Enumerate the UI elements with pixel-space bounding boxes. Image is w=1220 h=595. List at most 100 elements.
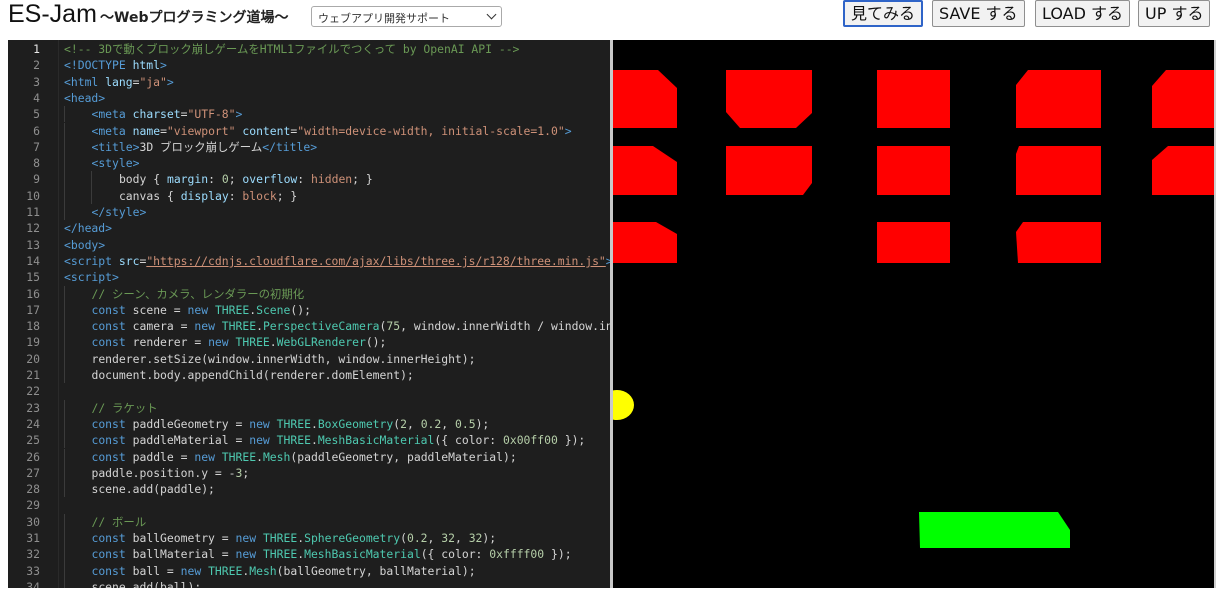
code-text: <meta name="viewport" content="width=dev… (91, 123, 571, 139)
line-number: 3 (33, 74, 40, 89)
code-text: const paddleMaterial = new THREE.MeshBas… (91, 432, 585, 448)
code-text: scene.add(paddle); (91, 481, 214, 497)
code-token: renderer = (132, 335, 209, 350)
code-token: THREE (262, 531, 298, 545)
line-number: 31 (26, 531, 40, 545)
code-line[interactable]: 26 const paddle = new THREE.Mesh(paddleGe… (8, 448, 610, 465)
code-token: ({ color: (420, 547, 490, 562)
brick (1152, 146, 1215, 195)
code-line[interactable]: 18 const camera = new THREE.PerspectiveCa… (8, 318, 610, 335)
code-line[interactable]: 19 const renderer = new THREE.WebGLRender… (8, 334, 610, 351)
mode-select[interactable]: ウェブアプリ開発サポート (311, 6, 502, 27)
code-token: , window.innerWidth / window.innerH (400, 319, 610, 334)
code-token: 0.2 (406, 531, 428, 545)
indent-guide (91, 187, 93, 204)
indent-guide (64, 318, 65, 335)
save-button[interactable]: SAVE する (932, 0, 1025, 27)
code-token: . (256, 449, 263, 464)
code-line[interactable]: 9 body { margin: 0; overflow: hidden; } (8, 171, 610, 188)
code-line[interactable]: 14 <script src="https://cdnjs.cloudflare.… (8, 253, 610, 269)
line-number: 32 (26, 547, 40, 562)
code-line[interactable]: 23 // ラケット (8, 399, 610, 416)
code-line[interactable]: 25 const paddleMaterial = new THREE.MeshB… (8, 432, 610, 449)
code-line[interactable]: 28 scene.add(paddle); (8, 481, 610, 498)
code-line[interactable]: 7 <title>3D ブロック崩しゲーム</title> (8, 138, 610, 156)
code-token: "width=device-width, initial-scale=1.0" (297, 123, 565, 138)
indent-guide (64, 106, 65, 123)
line-number: 14 (26, 253, 40, 268)
code-token: ; (228, 172, 243, 187)
code-token: camera = (132, 319, 195, 334)
indent-guide (64, 432, 65, 449)
code-line[interactable]: 5 <meta charset="UTF-8"> (8, 106, 610, 123)
code-text: const renderer = new THREE.WebGLRenderer… (91, 334, 386, 350)
code-token: </title> (262, 139, 318, 154)
code-token: content (242, 123, 291, 138)
code-token: ); (482, 531, 497, 545)
mode-select-value: ウェブアプリ開発サポート (318, 12, 450, 25)
code-line[interactable]: 24 const paddleGeometry = new THREE.BoxGe… (8, 415, 610, 433)
code-line[interactable]: 12 </head> (8, 220, 610, 236)
code-line[interactable]: 33 const ball = new THREE.Mesh(ballGeomet… (8, 562, 610, 579)
indent-guide (64, 155, 65, 172)
code-line[interactable]: 27 paddle.position.y = -3; (8, 464, 610, 482)
code-line[interactable]: 17 const scene = new THREE.Scene(); (8, 301, 610, 319)
code-token: <script (64, 253, 119, 268)
code-line[interactable]: 13 <body> (8, 237, 610, 253)
code-token: const (91, 302, 133, 317)
code-line[interactable]: 21 document.body.appendChild(renderer.dom… (8, 367, 610, 384)
upload-button[interactable]: UP する (1138, 0, 1211, 27)
code-line[interactable]: 30 // ボール (8, 513, 610, 530)
code-token: new (235, 531, 263, 545)
code-token: ({ color: (434, 433, 503, 448)
code-token: <title> (91, 139, 140, 154)
code-line[interactable]: 29 (8, 497, 610, 513)
code-line[interactable]: 32 const ballMaterial = new THREE.MeshBas… (8, 546, 610, 563)
code-token: const (91, 335, 133, 350)
game-preview[interactable] (613, 40, 1215, 588)
code-line[interactable]: 20 renderer.setSize(window.innerWidth, wi… (8, 350, 610, 367)
brick (1016, 70, 1101, 128)
code-line[interactable]: 4 <head> (8, 90, 610, 106)
code-token: charset (132, 107, 181, 122)
code-line[interactable]: 34 scene.add(ball); (8, 578, 610, 588)
indent-guide (64, 171, 65, 188)
code-line[interactable]: 11 </style> (8, 204, 610, 221)
indent-guide (64, 138, 65, 156)
code-line[interactable]: 3 <html lang="ja"> (8, 74, 610, 90)
code-token: const (91, 563, 133, 578)
code-token: <!DOCTYPE (64, 58, 133, 73)
code-token: (); (365, 335, 387, 350)
code-line[interactable]: 22 (8, 383, 610, 399)
code-editor[interactable]: 1 <!-- 3Dで動くブロック崩しゲームをHTML1ファイルでつくって by O… (8, 40, 610, 588)
code-token: ( (400, 531, 407, 545)
code-line[interactable]: 10 canvas { display: block; } (8, 187, 610, 204)
line-number: 25 (26, 433, 40, 448)
indent-guide (64, 546, 65, 563)
line-number: 22 (26, 384, 40, 399)
code-line[interactable]: 6 <meta name="viewport" content="width=de… (8, 122, 610, 139)
code-token: new (249, 433, 277, 448)
line-number: 34 (26, 579, 40, 588)
indent-guide (91, 171, 93, 188)
code-line[interactable]: 31 const ballGeometry = new THREE.SphereG… (8, 530, 610, 547)
view-button[interactable]: 見てみる (843, 0, 924, 27)
line-number: 4 (33, 90, 40, 105)
code-line[interactable]: 16 // シーン、カメラ、レンダラーの初期化 (8, 285, 610, 302)
paddle (919, 512, 1070, 548)
code-token: canvas { (118, 188, 181, 203)
ball (613, 390, 634, 420)
code-line[interactable]: 2 <!DOCTYPE html> (8, 57, 610, 73)
line-number: 16 (26, 286, 40, 301)
load-button[interactable]: LOAD する (1035, 0, 1131, 27)
code-line[interactable]: 8 <style> (8, 155, 610, 172)
code-text: scene.add(ball); (91, 579, 201, 588)
line-number: 17 (26, 302, 40, 317)
code-token: "ja" (139, 74, 167, 89)
code-token: <meta (91, 123, 133, 138)
code-token: ; } (352, 172, 373, 187)
code-line[interactable]: 1 <!-- 3Dで動くブロック崩しゲームをHTML1ファイルでつくって by O… (8, 41, 610, 57)
code-text: <style> (91, 155, 139, 171)
code-token: <meta (91, 107, 133, 122)
code-line[interactable]: 15 <script> (8, 269, 610, 285)
